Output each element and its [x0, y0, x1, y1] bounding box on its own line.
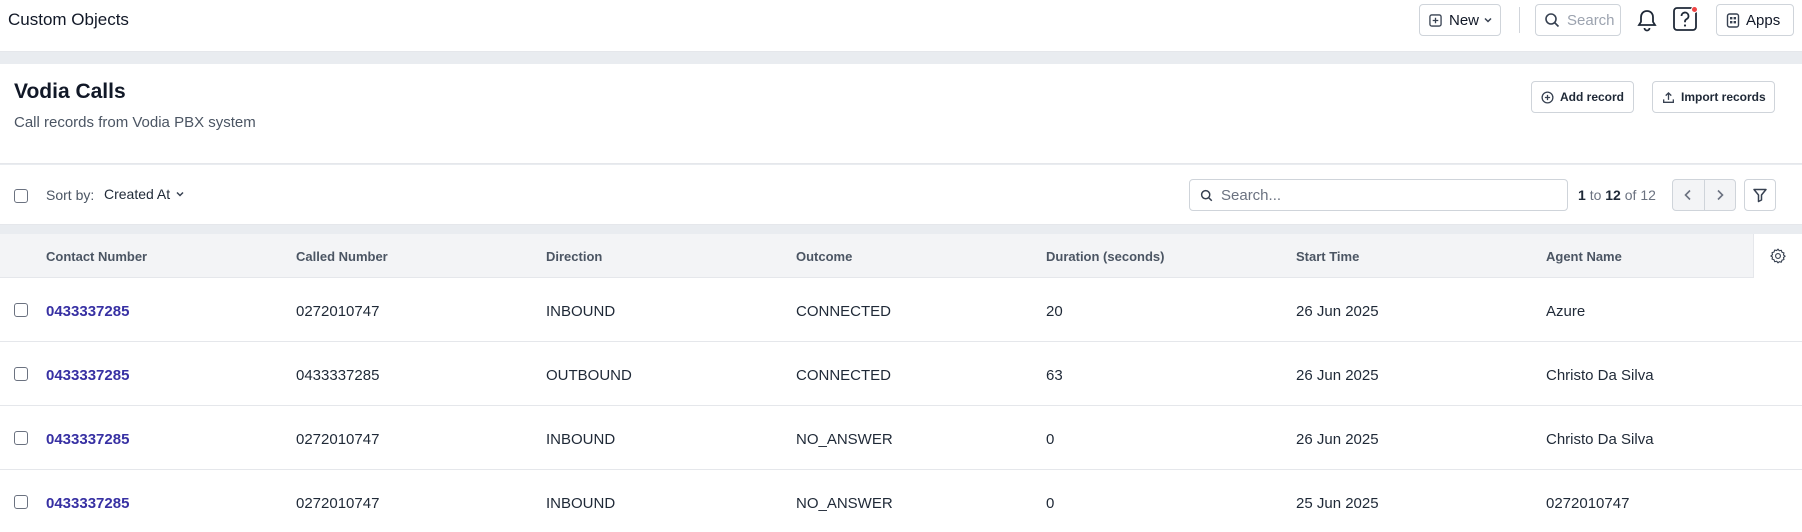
- row-checkbox[interactable]: [14, 431, 28, 445]
- agent-name: 0272010747: [1546, 495, 1630, 512]
- sort-value: Created At: [104, 186, 171, 202]
- previous-page-button[interactable]: [1673, 180, 1704, 210]
- pager-to-word: to: [1589, 187, 1602, 203]
- direction: INBOUND: [546, 303, 616, 320]
- row-checkbox[interactable]: [14, 367, 28, 381]
- app-title: Custom Objects: [8, 10, 129, 29]
- filter-icon: [1753, 188, 1767, 203]
- add-record-button[interactable]: Add record: [1531, 81, 1634, 113]
- called-number: 0272010747: [296, 431, 380, 448]
- apps-button-label: Apps: [1746, 11, 1781, 29]
- agent-name: Azure: [1546, 303, 1586, 320]
- column-header[interactable]: Direction: [546, 249, 602, 264]
- page-title: Vodia Calls: [14, 80, 126, 103]
- apps-button[interactable]: Apps: [1716, 4, 1794, 36]
- column-header[interactable]: Duration (seconds): [1046, 249, 1164, 264]
- records-search-input[interactable]: [1221, 186, 1541, 204]
- table-row[interactable]: 0433337285 0272010747 INBOUND NO_ANSWER …: [0, 470, 1802, 532]
- filter-button[interactable]: [1744, 179, 1776, 211]
- row-checkbox[interactable]: [14, 303, 28, 317]
- import-records-label: Import records: [1681, 90, 1766, 104]
- gear-icon: [1770, 248, 1786, 264]
- table-row[interactable]: 0433337285 0272010747 INBOUND CONNECTED …: [0, 278, 1802, 342]
- pagination-controls: [1672, 179, 1736, 211]
- outcome: NO_ANSWER: [796, 495, 893, 512]
- start-time: 25 Jun 2025: [1296, 495, 1379, 512]
- search-icon: [1545, 13, 1560, 28]
- column-header[interactable]: Outcome: [796, 249, 852, 264]
- next-page-button[interactable]: [1703, 180, 1735, 210]
- start-time: 26 Jun 2025: [1296, 367, 1379, 384]
- global-search-button[interactable]: Search: [1535, 4, 1621, 36]
- new-button[interactable]: New: [1419, 4, 1501, 36]
- chevron-left-icon: [1684, 189, 1692, 201]
- column-settings-button[interactable]: [1753, 234, 1802, 278]
- start-time: 26 Jun 2025: [1296, 303, 1379, 320]
- row-checkbox[interactable]: [14, 495, 28, 509]
- chevron-right-icon: [1717, 189, 1724, 201]
- notification-dot: [1691, 6, 1698, 13]
- import-records-button[interactable]: Import records: [1652, 81, 1775, 113]
- top-divider: [1519, 7, 1520, 33]
- page-header: Vodia Calls Call records from Vodia PBX …: [0, 64, 1802, 164]
- chevron-down-icon: [176, 191, 184, 197]
- select-all-checkbox[interactable]: [14, 189, 28, 203]
- new-button-label: New: [1449, 11, 1480, 29]
- global-search-placeholder: Search: [1567, 11, 1615, 29]
- direction: OUTBOUND: [546, 367, 632, 384]
- duration: 0: [1046, 495, 1055, 512]
- outcome: NO_ANSWER: [796, 431, 893, 448]
- outcome: CONNECTED: [796, 303, 892, 320]
- column-header[interactable]: Contact Number: [46, 249, 147, 264]
- table-header: Contact Number Called Number Direction O…: [0, 234, 1802, 278]
- agent-name: Christo Da Silva: [1546, 367, 1654, 384]
- contact-number-link[interactable]: 0433337285: [46, 303, 129, 320]
- add-record-label: Add record: [1560, 90, 1625, 104]
- duration: 0: [1046, 431, 1055, 448]
- called-number: 0272010747: [296, 303, 380, 320]
- table-row[interactable]: 0433337285 0272010747 INBOUND NO_ANSWER …: [0, 406, 1802, 470]
- chevron-down-icon: [1484, 17, 1492, 23]
- plus-square-icon: [1429, 13, 1442, 27]
- bell-icon[interactable]: [1636, 8, 1658, 32]
- column-header[interactable]: Start Time: [1296, 249, 1359, 264]
- duration: 20: [1046, 303, 1063, 320]
- page-subtitle: Call records from Vodia PBX system: [14, 114, 256, 131]
- upload-icon: [1663, 91, 1674, 103]
- pager-of-word: of: [1624, 187, 1637, 203]
- called-number: 0433337285: [296, 367, 380, 384]
- pager-from: 1: [1578, 187, 1586, 203]
- list-toolbar: Sort by: Created At 1 to 12 of 12: [0, 165, 1802, 225]
- search-icon: [1200, 189, 1213, 201]
- table-row[interactable]: 0433337285 0433337285 OUTBOUND CONNECTED…: [0, 342, 1802, 406]
- contact-number-link[interactable]: 0433337285: [46, 495, 129, 512]
- sort-dropdown[interactable]: Created At: [104, 186, 185, 202]
- contact-number-link[interactable]: 0433337285: [46, 431, 129, 448]
- records-table: Contact Number Called Number Direction O…: [0, 234, 1802, 532]
- apps-icon: [1726, 12, 1740, 28]
- start-time: 26 Jun 2025: [1296, 431, 1379, 448]
- contact-number-link[interactable]: 0433337285: [46, 367, 129, 384]
- plus-circle-icon: [1541, 90, 1554, 104]
- column-header[interactable]: Called Number: [296, 249, 388, 264]
- records-search: [1189, 179, 1568, 211]
- agent-name: Christo Da Silva: [1546, 431, 1654, 448]
- top-bar: Custom Objects New Search Apps: [0, 0, 1802, 52]
- outcome: CONNECTED: [796, 367, 892, 384]
- sort-label: Sort by:: [46, 187, 95, 203]
- pager-total: 12: [1640, 187, 1656, 203]
- pager-to: 12: [1605, 187, 1621, 203]
- duration: 63: [1046, 367, 1063, 384]
- direction: INBOUND: [546, 431, 616, 448]
- pagination-summary: 1 to 12 of 12: [1578, 187, 1656, 203]
- direction: INBOUND: [546, 495, 616, 512]
- column-header[interactable]: Agent Name: [1546, 249, 1622, 264]
- called-number: 0272010747: [296, 495, 380, 512]
